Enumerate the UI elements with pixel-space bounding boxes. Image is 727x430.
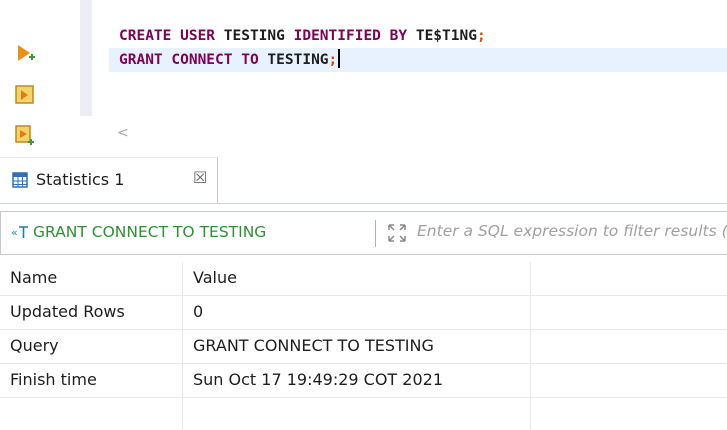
cell-value[interactable]: 0 [193, 302, 203, 321]
table-row[interactable]: Updated Rows 0 [0, 296, 727, 330]
code-line-2: GRANT CONNECT TO TESTING; [109, 48, 727, 72]
identifier-token: TESTING [258, 52, 329, 68]
expand-filter-icon[interactable] [386, 222, 408, 244]
tab-statistics-1[interactable]: Statistics 1 ☒ [0, 157, 218, 203]
scroll-left-arrow[interactable]: < [117, 125, 129, 141]
grid-header-row: Name Value [0, 262, 727, 296]
editor-side-toolbar [0, 0, 60, 158]
svg-text:«: « [11, 226, 18, 239]
active-query-label[interactable]: GRANT CONNECT TO TESTING [33, 223, 266, 241]
cell-name[interactable]: Finish time [10, 370, 97, 389]
grid-table-icon [12, 172, 28, 188]
identifier-token: TE$T1NG [407, 28, 477, 44]
statistics-grid: Name Value Updated Rows 0 Query GRANT CO… [0, 262, 727, 398]
cell-value[interactable]: GRANT CONNECT TO TESTING [193, 336, 434, 355]
sql-code[interactable]: CREATE USER TESTING IDENTIFIED BY TE$T1N… [109, 24, 727, 72]
sql-editor[interactable]: CREATE USER TESTING IDENTIFIED BY TE$T1N… [0, 0, 727, 158]
text-caret [338, 49, 341, 68]
cell-name[interactable]: Query [10, 336, 59, 355]
tab-label: Statistics 1 [36, 170, 125, 189]
cell-value[interactable]: Sun Oct 17 19:49:29 COT 2021 [193, 370, 443, 389]
tab-bar-divider [0, 203, 727, 204]
filter-bar: « GRANT CONNECT TO TESTING [0, 211, 727, 255]
keyword-token: IDENTIFIED BY [293, 28, 408, 44]
column-header-value[interactable]: Value [193, 268, 237, 287]
code-line-1: CREATE USER TESTING IDENTIFIED BY TE$T1N… [119, 24, 727, 48]
execute-script-icon[interactable] [14, 84, 36, 106]
explain-plan-icon[interactable] [14, 124, 36, 146]
keyword-token: CREATE USER [119, 28, 216, 44]
grid-column-divider [530, 262, 531, 430]
table-row[interactable]: Finish time Sun Oct 17 19:49:29 COT 2021 [0, 364, 727, 398]
keyword-token: GRANT CONNECT TO [119, 52, 259, 68]
cell-name[interactable]: Updated Rows [10, 302, 125, 321]
execute-statement-icon[interactable] [14, 42, 36, 64]
column-header-name[interactable]: Name [10, 268, 57, 287]
grid-column-divider [182, 262, 183, 430]
query-text-icon[interactable]: « [11, 223, 29, 245]
filter-separator [375, 220, 376, 247]
close-icon[interactable]: ☒ [193, 168, 207, 187]
filter-expression-input[interactable] [417, 222, 727, 240]
toolbar-partial-icon[interactable] [14, 0, 36, 2]
semicolon-token: ; [328, 52, 338, 68]
identifier-token: TESTING [215, 28, 294, 44]
editor-ruler [80, 0, 92, 116]
table-row[interactable]: Query GRANT CONNECT TO TESTING [0, 330, 727, 364]
semicolon-token: ; [476, 28, 486, 44]
